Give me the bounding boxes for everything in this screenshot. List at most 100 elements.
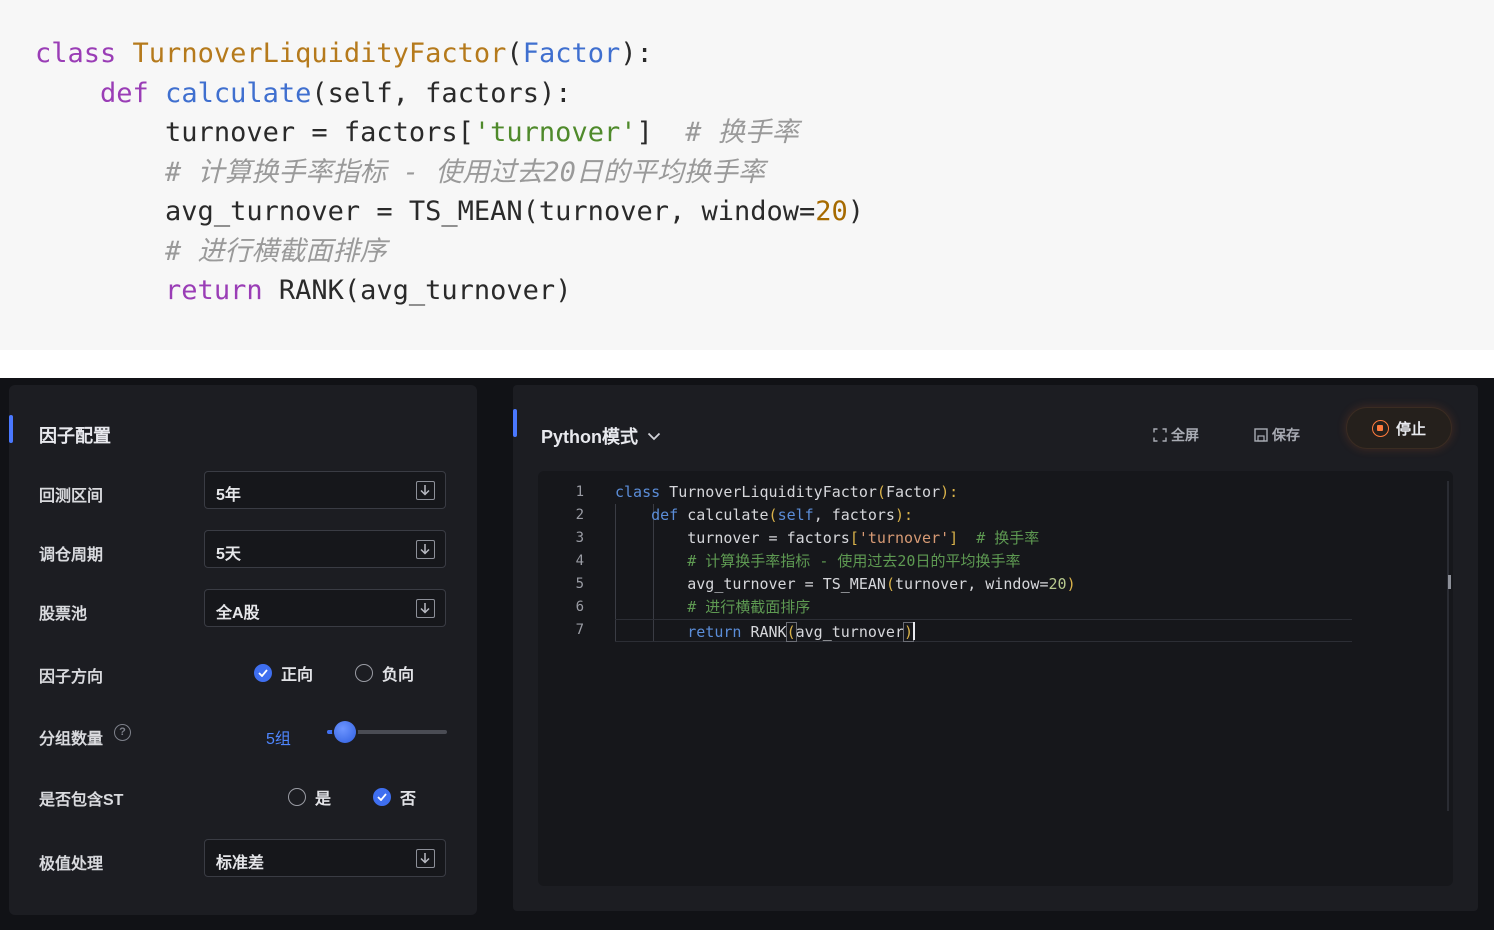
- line-number: 6: [575, 599, 584, 615]
- rebalance-select[interactable]: 5天: [204, 530, 446, 568]
- radio-circle: [288, 788, 306, 806]
- st-yes-label: 是: [315, 791, 332, 808]
- line-number: 5: [575, 576, 584, 592]
- code-editor-panel: Python模式 全屏 保存 停止 1 2 3 4 5 6 7 class Tu…: [513, 385, 1478, 911]
- dropdown-arrow-icon: [416, 540, 435, 559]
- snippet-indent: [35, 78, 100, 109]
- code-token: ):: [894, 506, 914, 524]
- snippet-separator: [0, 350, 1494, 378]
- code-token: def: [651, 506, 679, 524]
- dropdown-arrow-icon: [416, 599, 435, 618]
- backtest-label: 回测区间: [39, 488, 104, 505]
- groups-slider-thumb[interactable]: [334, 721, 356, 743]
- code-token: avg_turnover: [795, 623, 904, 641]
- section-accent-bar: [513, 409, 517, 437]
- snippet-token: return: [165, 275, 263, 306]
- pool-select[interactable]: 全A股: [204, 589, 446, 627]
- snippet-indent: [35, 117, 165, 148]
- direction-label: 因子方向: [39, 669, 104, 686]
- code-token: ): [1066, 575, 1076, 593]
- mode-selector[interactable]: Python模式: [541, 423, 661, 449]
- st-no-radio[interactable]: 否: [373, 785, 416, 809]
- code-token: calculate: [678, 506, 769, 524]
- direction-negative-radio[interactable]: 负向: [355, 661, 414, 685]
- section-accent-bar: [9, 415, 13, 443]
- code-line-5: avg_turnover = TS_MEAN(turnover, window=…: [615, 573, 1076, 596]
- code-line-2: def calculate(self, factors):: [615, 504, 1076, 527]
- chevron-down-icon: [647, 432, 661, 440]
- code-line-1: class TurnoverLiquidityFactor(Factor):: [615, 481, 1076, 504]
- extreme-label: 极值处理: [39, 856, 104, 873]
- extreme-select[interactable]: 标准差: [204, 839, 446, 877]
- checkmark-icon: [373, 788, 391, 806]
- snippet-token: calculate: [165, 77, 312, 109]
- direction-positive-label: 正向: [281, 667, 314, 684]
- snippet-token: ):: [620, 38, 653, 69]
- dropdown-arrow-icon: [416, 849, 435, 868]
- save-button[interactable]: 保存: [1254, 425, 1300, 445]
- fullscreen-button[interactable]: 全屏: [1153, 425, 1199, 445]
- snippet-token: turnover = factors[: [165, 117, 474, 148]
- groups-value: 5组: [266, 731, 291, 748]
- snippet-indent: [35, 275, 165, 306]
- code-token: (: [876, 483, 886, 501]
- editor-scrollbar[interactable]: [1447, 481, 1449, 811]
- line-number: 3: [575, 530, 584, 546]
- code-token: TurnoverLiquidityFactor: [660, 483, 877, 501]
- dropdown-arrow-icon: [416, 481, 435, 500]
- snippet-line-1: class TurnoverLiquidityFactor(Factor):: [35, 34, 864, 74]
- code-token: (: [785, 622, 797, 642]
- code-line-3: turnover = factors['turnover'] # 换手率: [615, 527, 1076, 550]
- code-token: , factors: [813, 506, 895, 524]
- snippet-indent: [35, 196, 165, 227]
- snippet-token: RANK(avg_turnover): [262, 275, 572, 306]
- snippet-line-4: # 计算换手率指标 - 使用过去20日的平均换手率: [35, 153, 864, 193]
- pool-value: 全A股: [216, 605, 260, 622]
- snippet-comment: # 进行横截面排序: [165, 235, 387, 267]
- scrollbar-thumb[interactable]: [1448, 575, 1451, 589]
- panel-title: 因子配置: [39, 426, 111, 446]
- snippet-line-2: def calculate(self, factors):: [35, 74, 864, 114]
- rebalance-label: 调仓周期: [39, 547, 104, 564]
- code-line-6: # 进行横截面排序: [615, 596, 1076, 619]
- line-number: 2: [575, 507, 584, 523]
- backtest-select[interactable]: 5年: [204, 471, 446, 509]
- code-comment: # 换手率: [958, 529, 1040, 547]
- code-token: class: [615, 483, 661, 501]
- st-yes-radio[interactable]: 是: [288, 785, 331, 809]
- rebalance-value: 5天: [216, 546, 241, 563]
- code-token: ):: [940, 483, 959, 501]
- snippet-indent: [35, 236, 165, 267]
- snippet-token: Factor: [522, 38, 621, 69]
- code-comment: # 计算换手率指标 - 使用过去20日的平均换手率: [615, 552, 1021, 570]
- groups-label: 分组数量: [39, 731, 104, 748]
- fullscreen-label: 全屏: [1171, 427, 1199, 443]
- stop-button[interactable]: 停止: [1346, 407, 1452, 449]
- snippet-token: def: [100, 77, 149, 109]
- code-snippet: class TurnoverLiquidityFactor(Factor): d…: [0, 0, 1494, 350]
- code-token: return: [687, 623, 742, 641]
- code-token: ): [902, 622, 915, 642]
- snippet-token: 'turnover': [473, 117, 637, 148]
- editor-code: class TurnoverLiquidityFactor(Factor): d…: [615, 481, 1076, 642]
- factor-app: 因子配置 回测区间 5年 调仓周期 5天 股票池 全A股 因子方向 正向 负向 …: [0, 378, 1494, 930]
- pool-label: 股票池: [39, 606, 88, 623]
- snippet-token: TurnoverLiquidityFactor: [132, 38, 507, 69]
- st-label: 是否包含ST: [39, 792, 124, 809]
- fullscreen-icon: [1153, 428, 1167, 442]
- code-token: turnover = factors: [615, 529, 850, 547]
- factor-config-panel: 因子配置 回测区间 5年 调仓周期 5天 股票池 全A股 因子方向 正向 负向 …: [9, 385, 477, 915]
- line-number-gutter: 1 2 3 4 5 6 7: [538, 481, 598, 642]
- snippet-token: avg_turnover = TS_MEAN(turnover, window=: [165, 196, 816, 227]
- code-token: ]: [949, 529, 959, 547]
- snippet-indent: [35, 157, 165, 188]
- line-number: 7: [575, 622, 584, 638]
- backtest-value: 5年: [216, 487, 241, 504]
- snippet-token: [149, 78, 165, 109]
- direction-positive-radio[interactable]: 正向: [254, 661, 313, 685]
- help-icon[interactable]: ?: [114, 724, 131, 741]
- snippet-token: ]: [636, 117, 686, 148]
- direction-negative-label: 负向: [382, 667, 415, 684]
- code-editor[interactable]: 1 2 3 4 5 6 7 class TurnoverLiquidityFac…: [538, 471, 1453, 886]
